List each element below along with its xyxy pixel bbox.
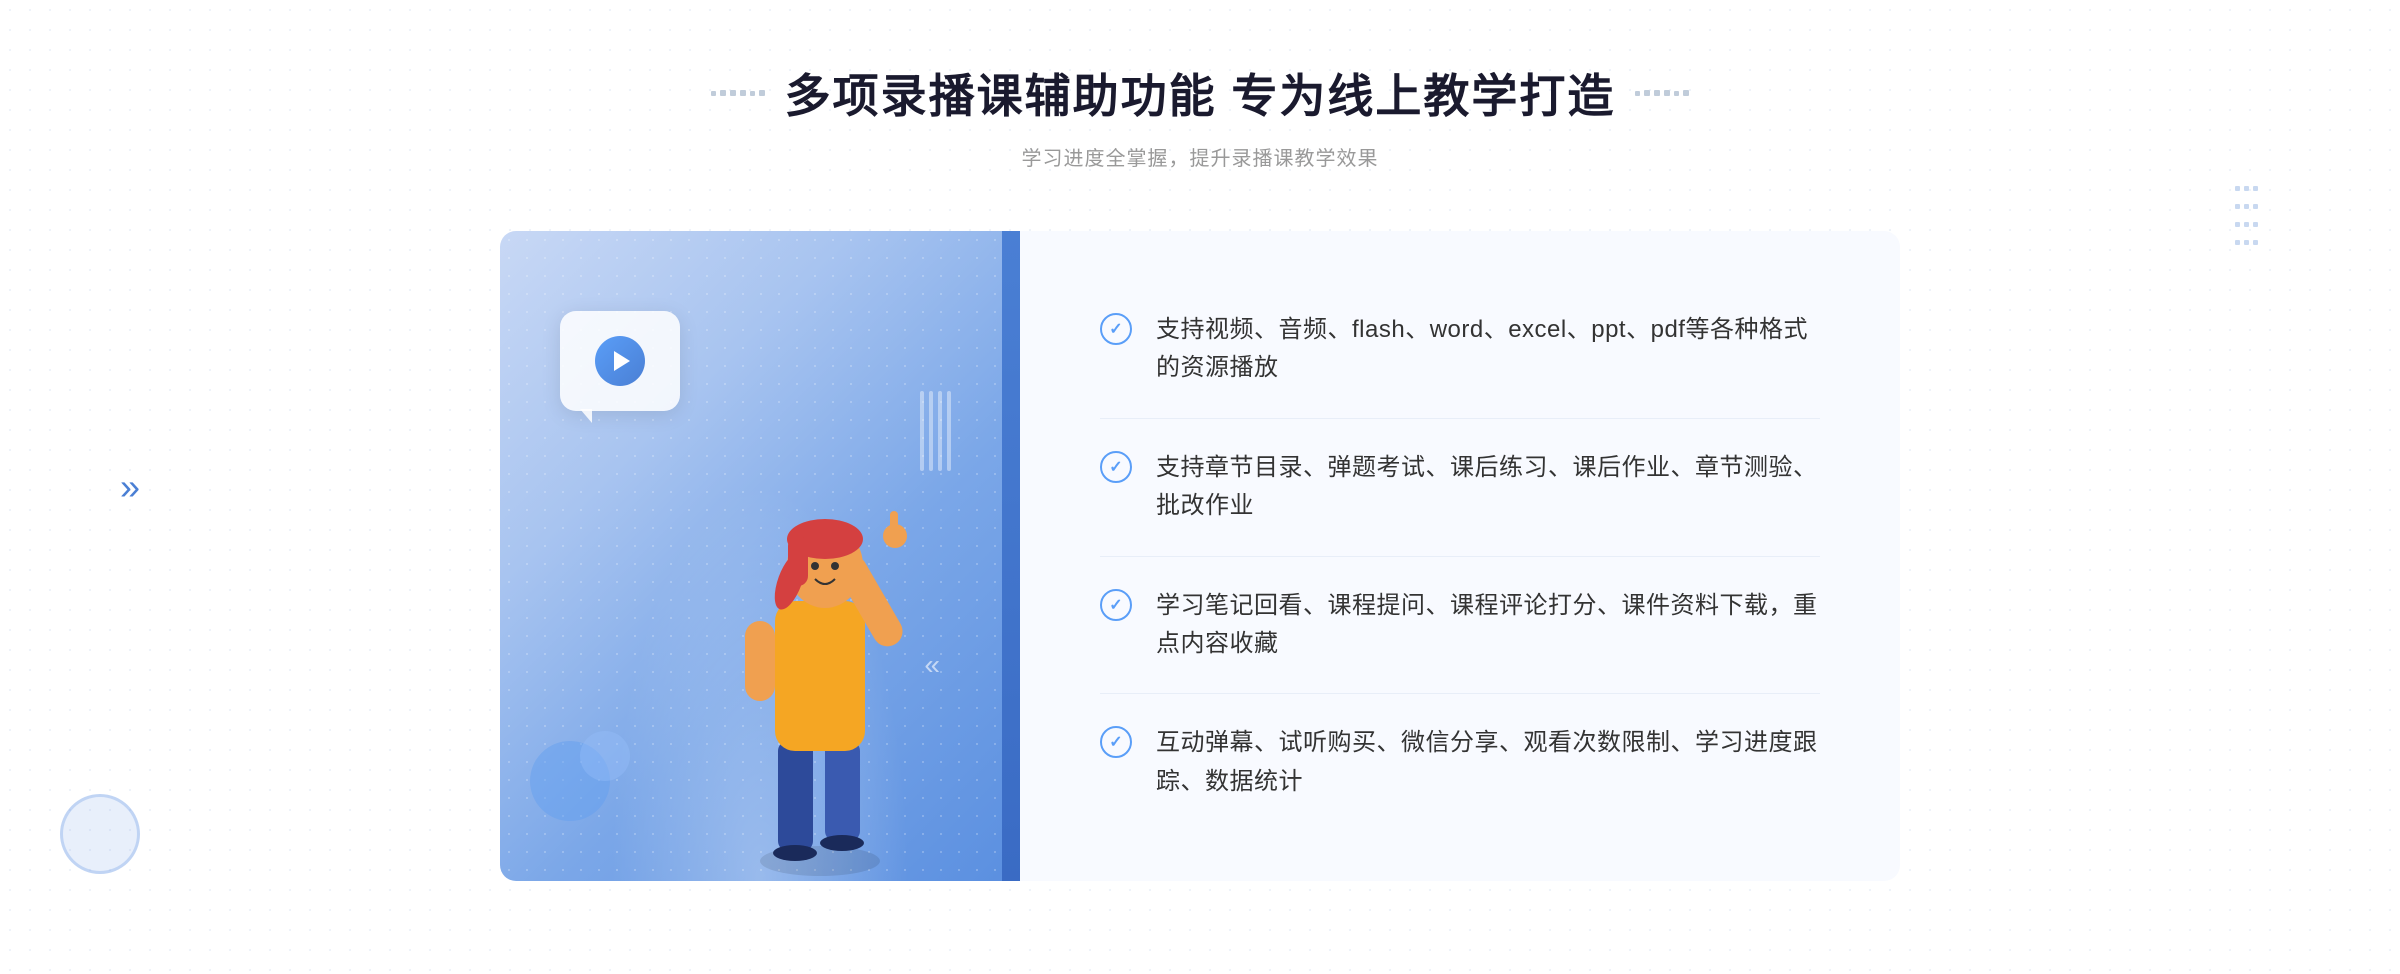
right-dots-decoration [2233, 180, 2260, 252]
left-arrow-decoration: » [120, 466, 140, 508]
feature-text-4: 互动弹幕、试听购买、微信分享、观看次数限制、学习进度跟踪、数据统计 [1156, 724, 1820, 801]
left-decoration [711, 90, 765, 96]
feature-text-1: 支持视频、音频、flash、word、excel、ppt、pdf等各种格式的资源… [1156, 311, 1820, 388]
check-icon-2 [1100, 451, 1132, 483]
page-subtitle: 学习进度全掌握，提升录播课教学效果 [711, 142, 1690, 171]
play-icon [595, 336, 645, 386]
header-section: 多项录播课辅助功能 专为线上教学打造 学习进度全掌握，提升录播课教学效果 [711, 60, 1690, 171]
page-container: » 多项录播课辅助功能 专为线上教学打造 学习进度全掌握，提升录播课教学效果 [0, 0, 2400, 974]
deco-lines [920, 391, 960, 471]
feature-text-3: 学习笔记回看、课程提问、课程评论打分、课件资料下载，重点内容收藏 [1156, 587, 1820, 664]
decorative-semicircle [60, 794, 140, 874]
deco-circle-2 [580, 731, 630, 781]
feature-item: 互动弹幕、试听购买、微信分享、观看次数限制、学习进度跟踪、数据统计 [1100, 694, 1820, 831]
right-decoration [1635, 90, 1689, 96]
check-icon-4 [1100, 726, 1132, 758]
deco-arrows: « [924, 649, 940, 681]
feature-item: 支持视频、音频、flash、word、excel、ppt、pdf等各种格式的资源… [1100, 281, 1820, 419]
page-title: 多项录播课辅助功能 专为线上教学打造 [785, 60, 1616, 126]
accent-bar [1002, 231, 1020, 881]
illustration-container: « [500, 231, 1020, 881]
title-row: 多项录播课辅助功能 专为线上教学打造 [711, 60, 1690, 126]
content-area: « 支持视频、音频、flash、word、excel、ppt、pdf等各种格式的… [500, 231, 1900, 881]
feature-text-2: 支持章节目录、弹题考试、课后练习、课后作业、章节测验、批改作业 [1156, 449, 1820, 526]
check-icon-1 [1100, 313, 1132, 345]
check-icon-3 [1100, 589, 1132, 621]
features-container: 支持视频、音频、flash、word、excel、ppt、pdf等各种格式的资源… [1020, 231, 1900, 881]
feature-item: 学习笔记回看、课程提问、课程评论打分、课件资料下载，重点内容收藏 [1100, 557, 1820, 695]
feature-item: 支持章节目录、弹题考试、课后练习、课后作业、章节测验、批改作业 [1100, 419, 1820, 557]
speech-bubble [560, 311, 680, 411]
